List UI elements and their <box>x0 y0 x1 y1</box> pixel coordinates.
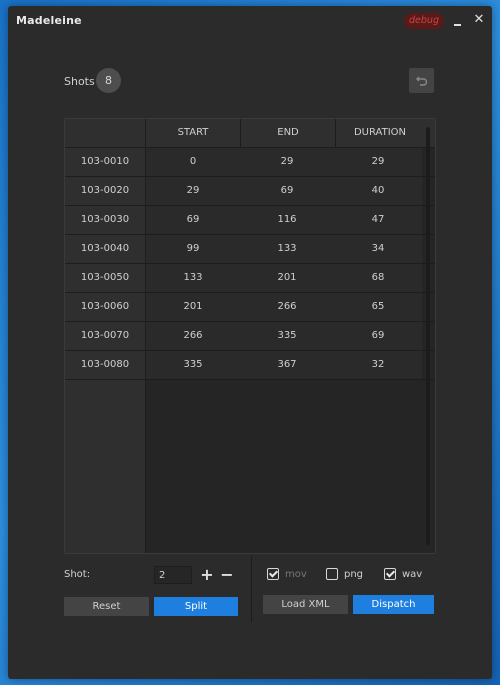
table-scrollbar[interactable] <box>426 127 430 545</box>
column-header-duration[interactable]: DURATION <box>336 119 424 147</box>
row-header[interactable]: 103-0050 <box>65 264 146 292</box>
row-header[interactable]: 103-0040 <box>65 235 146 263</box>
shot-number-input[interactable]: 2 <box>154 566 192 584</box>
app-window: Madeleine debug ✕ Shots 8 START END DURA… <box>8 6 492 679</box>
row-header[interactable]: 103-0060 <box>65 293 146 321</box>
minimize-button[interactable] <box>452 10 466 30</box>
png-check-box[interactable] <box>326 568 338 580</box>
table-row[interactable]: 103-0030 69 116 47 <box>65 206 435 235</box>
shots-table: START END DURATION 103-0010 0 29 29 103-… <box>64 118 436 554</box>
decrement-button[interactable]: − <box>219 566 235 584</box>
dispatch-button[interactable]: Dispatch <box>353 595 434 614</box>
cell-duration[interactable]: 47 <box>334 206 422 234</box>
table-body: 103-0010 0 29 29 103-0020 29 69 40 103-0… <box>65 148 435 380</box>
cell-start[interactable]: 201 <box>146 293 240 321</box>
table-row[interactable]: 103-0010 0 29 29 <box>65 148 435 177</box>
cell-end[interactable]: 201 <box>240 264 334 292</box>
increment-button[interactable]: + <box>199 566 215 584</box>
shot-label: Shot: <box>64 569 91 580</box>
cell-duration[interactable]: 65 <box>334 293 422 321</box>
split-button[interactable]: Split <box>154 597 238 616</box>
undo-button[interactable] <box>409 68 434 93</box>
table-row[interactable]: 103-0020 29 69 40 <box>65 177 435 206</box>
mov-check-box[interactable] <box>267 568 279 580</box>
column-header-end[interactable]: END <box>241 119 336 147</box>
cell-start[interactable]: 335 <box>146 351 240 379</box>
cell-duration[interactable]: 68 <box>334 264 422 292</box>
cell-end[interactable]: 29 <box>240 148 334 176</box>
cell-start[interactable]: 29 <box>146 177 240 205</box>
cell-start[interactable]: 133 <box>146 264 240 292</box>
png-label: png <box>344 568 364 580</box>
cell-start[interactable]: 99 <box>146 235 240 263</box>
mov-label: mov <box>285 568 307 580</box>
close-button[interactable]: ✕ <box>472 11 486 29</box>
debug-badge: debug <box>404 13 444 29</box>
table-row[interactable]: 103-0040 99 133 34 <box>65 235 435 264</box>
cell-end[interactable]: 69 <box>240 177 334 205</box>
title-bar[interactable]: Madeleine debug ✕ <box>8 6 492 36</box>
shots-count-badge: 8 <box>96 68 121 93</box>
row-header[interactable]: 103-0080 <box>65 351 146 379</box>
mov-checkbox[interactable]: mov <box>267 568 307 580</box>
reset-button[interactable]: Reset <box>64 597 149 616</box>
cell-duration[interactable]: 29 <box>334 148 422 176</box>
cell-end[interactable]: 133 <box>240 235 334 263</box>
cell-end[interactable]: 367 <box>240 351 334 379</box>
table-corner <box>65 119 146 147</box>
shots-label: Shots <box>64 75 95 88</box>
wav-label: wav <box>402 568 423 580</box>
table-row[interactable]: 103-0070 266 335 69 <box>65 322 435 351</box>
png-checkbox[interactable]: png <box>326 568 363 580</box>
cell-duration[interactable]: 40 <box>334 177 422 205</box>
table-row[interactable]: 103-0060 201 266 65 <box>65 293 435 322</box>
cell-duration[interactable]: 34 <box>334 235 422 263</box>
wav-check-box[interactable] <box>384 568 396 580</box>
load-xml-button[interactable]: Load XML <box>263 595 348 614</box>
row-header[interactable]: 103-0020 <box>65 177 146 205</box>
section-divider <box>251 556 252 622</box>
row-header[interactable]: 103-0010 <box>65 148 146 176</box>
table-row[interactable]: 103-0080 335 367 32 <box>65 351 435 380</box>
row-header[interactable]: 103-0070 <box>65 322 146 350</box>
cell-end[interactable]: 266 <box>240 293 334 321</box>
table-row[interactable]: 103-0050 133 201 68 <box>65 264 435 293</box>
cell-start[interactable]: 0 <box>146 148 240 176</box>
column-header-start[interactable]: START <box>146 119 241 147</box>
cell-end[interactable]: 335 <box>240 322 334 350</box>
undo-icon <box>415 76 427 86</box>
table-header: START END DURATION <box>65 119 435 148</box>
cell-start[interactable]: 69 <box>146 206 240 234</box>
cell-end[interactable]: 116 <box>240 206 334 234</box>
window-title: Madeleine <box>16 14 82 27</box>
row-header[interactable]: 103-0030 <box>65 206 146 234</box>
cell-duration[interactable]: 69 <box>334 322 422 350</box>
wav-checkbox[interactable]: wav <box>384 568 422 580</box>
cell-start[interactable]: 266 <box>146 322 240 350</box>
cell-duration[interactable]: 32 <box>334 351 422 379</box>
